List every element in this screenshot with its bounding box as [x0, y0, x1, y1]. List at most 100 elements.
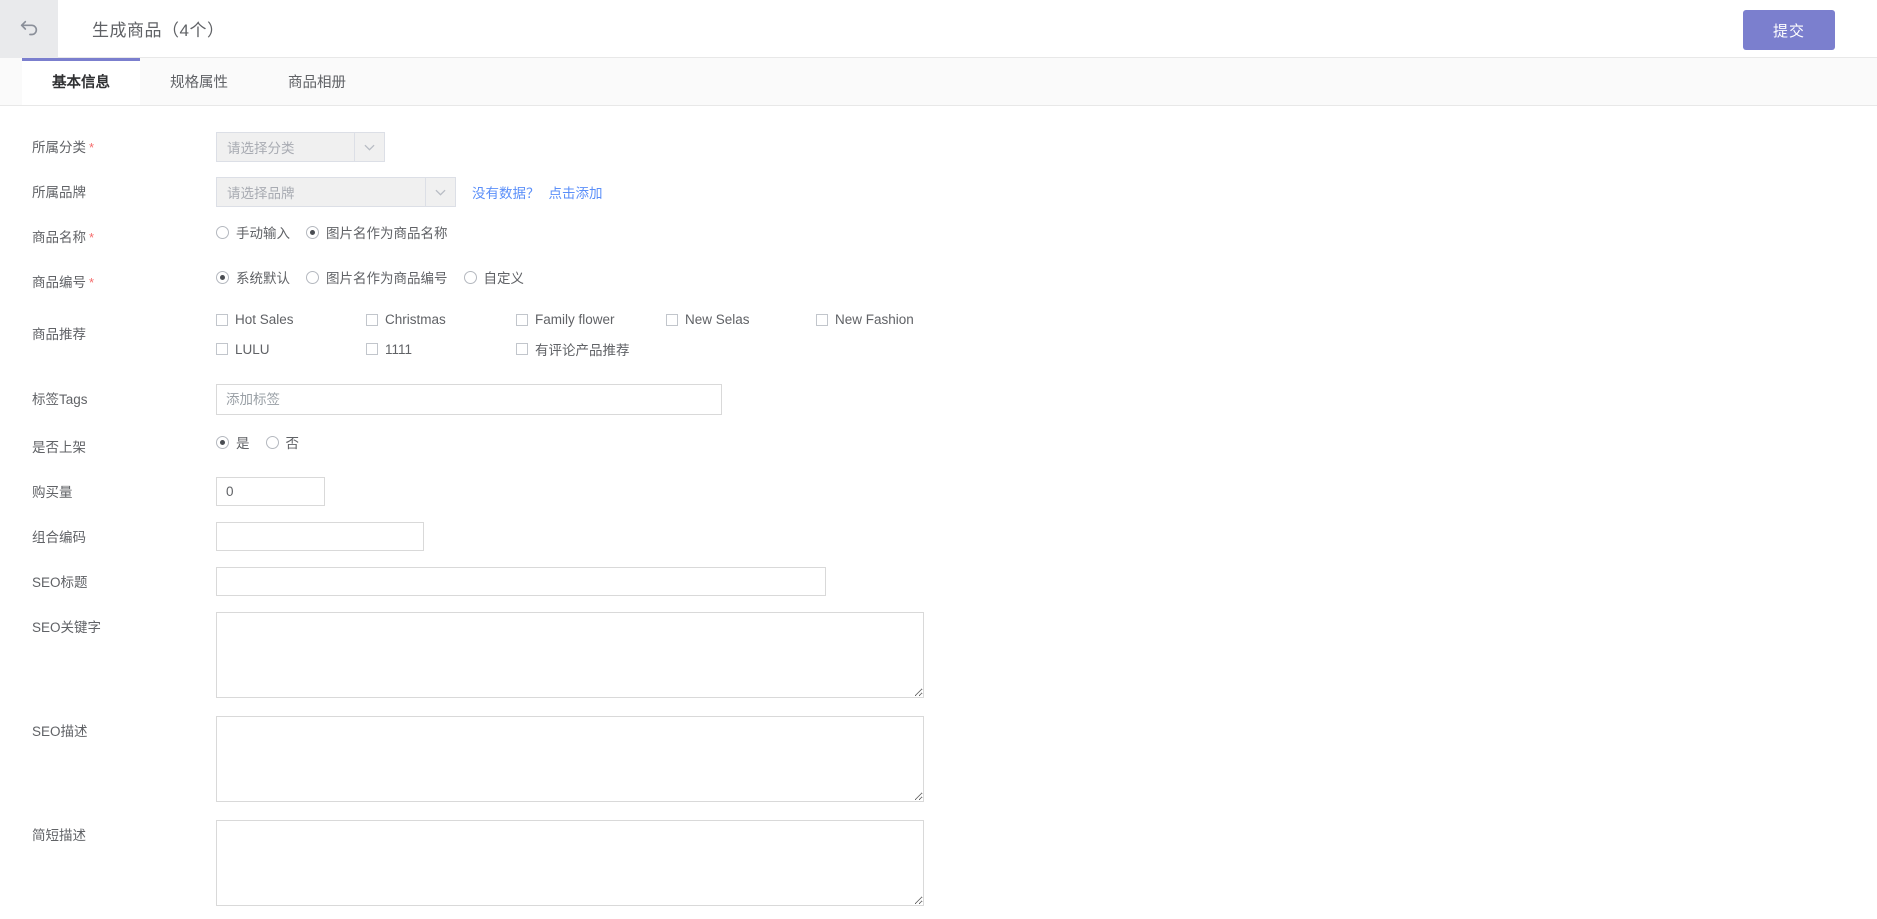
undo-arrow-icon	[18, 18, 40, 40]
label-on-shelf: 是否上架	[32, 440, 86, 455]
field-row-on-shelf: 是否上架 是 否	[0, 432, 1877, 464]
submit-button[interactable]: 提交	[1743, 10, 1835, 50]
back-button[interactable]	[0, 0, 58, 58]
no-data-text: 没有数据？	[472, 186, 540, 201]
label-seo-keywords: SEO关键字	[32, 620, 102, 635]
tags-input[interactable]	[216, 384, 722, 415]
label-seo-description: SEO描述	[32, 724, 88, 739]
label-tags: 标签Tags	[32, 392, 88, 407]
field-row-short-description: 简短描述	[0, 820, 1877, 906]
checkbox-lulu[interactable]: LULU	[216, 339, 366, 359]
field-row-seo-description: SEO描述	[0, 716, 1877, 802]
seo-keywords-textarea[interactable]	[216, 612, 924, 698]
category-select[interactable]: 请选择分类	[216, 132, 385, 162]
radio-indicator	[306, 270, 319, 284]
field-row-combo-code: 组合编码	[0, 522, 1877, 554]
purchase-qty-input[interactable]	[216, 477, 325, 506]
field-row-product-name: 商品名称 * 手动输入 图片名作为商品名称	[0, 222, 1877, 254]
tab-bar: 基本信息 规格属性 商品相册	[0, 58, 1877, 106]
field-row-purchase-qty: 购买量	[0, 477, 1877, 509]
radio-label: 图片名作为商品名称	[326, 226, 448, 241]
radio-on-shelf-yes[interactable]: 是	[216, 432, 250, 452]
category-select-value: 请选择分类	[227, 141, 295, 156]
radio-label: 手动输入	[236, 226, 290, 241]
label-product-code: 商品编号 *	[32, 275, 95, 290]
radio-indicator	[306, 225, 319, 239]
radio-label: 是	[236, 436, 250, 451]
radio-indicator	[463, 270, 477, 284]
radio-label: 否	[285, 436, 300, 451]
checkbox-with-reviews[interactable]: 有评论产品推荐	[516, 339, 666, 359]
basic-info-form: 所属分类 * 请选择分类 所属品牌 请选择品牌 没有数据？ 点击添加 商品名称 …	[0, 106, 1877, 919]
checkbox-label: New Selas	[685, 312, 750, 327]
add-brand-link[interactable]: 没有数据？ 点击添加	[472, 182, 603, 202]
radio-on-shelf-no[interactable]: 否	[265, 432, 300, 452]
radio-indicator	[216, 225, 229, 239]
radio-label: 系统默认	[236, 271, 290, 286]
radio-product-code-custom[interactable]: 自定义	[463, 267, 525, 287]
checkbox-indicator	[516, 313, 528, 326]
checkbox-label: 1111	[385, 341, 413, 357]
field-row-seo-keywords: SEO关键字	[0, 612, 1877, 698]
field-row-product-code: 商品编号 * 系统默认 图片名作为商品编号 自定义	[0, 267, 1877, 299]
field-row-recommend: 商品推荐 Hot Sales Christmas Family flower N…	[0, 312, 1877, 371]
click-to-add-text: 点击添加	[548, 186, 603, 201]
label-combo-code: 组合编码	[32, 530, 86, 545]
seo-description-textarea[interactable]	[216, 716, 924, 802]
seo-title-input[interactable]	[216, 567, 826, 596]
required-marker: *	[89, 275, 95, 290]
top-bar: 生成商品（4个） 提交	[0, 0, 1877, 58]
label-seo-title: SEO标题	[32, 575, 88, 590]
checkbox-label: New Fashion	[835, 312, 914, 327]
checkbox-label: LULU	[235, 341, 270, 357]
radio-product-code-system[interactable]: 系统默认	[216, 267, 290, 287]
checkbox-indicator	[366, 343, 378, 355]
short-description-textarea[interactable]	[216, 820, 924, 906]
checkbox-indicator	[366, 313, 378, 326]
field-row-seo-title: SEO标题	[0, 567, 1877, 599]
radio-product-name-from-image[interactable]: 图片名作为商品名称	[306, 222, 448, 242]
radio-indicator	[216, 270, 229, 284]
brand-select-value: 请选择品牌	[227, 186, 295, 201]
checkbox-new-selas[interactable]: New Selas	[666, 312, 816, 327]
radio-label: 图片名作为商品编号	[326, 271, 448, 286]
radio-product-name-manual[interactable]: 手动输入	[216, 222, 290, 242]
radio-label: 自定义	[483, 271, 525, 286]
chevron-down-icon	[354, 133, 384, 161]
checkbox-label: 有评论产品推荐	[535, 343, 630, 358]
required-marker: *	[89, 140, 95, 155]
required-marker: *	[89, 230, 95, 245]
checkbox-indicator	[666, 313, 678, 326]
page-title: 生成商品（4个）	[92, 21, 225, 40]
recommend-checkbox-group: Hot Sales Christmas Family flower New Se…	[216, 312, 976, 371]
checkbox-1111[interactable]: 1111	[366, 339, 516, 359]
radio-indicator	[265, 435, 279, 449]
label-product-name: 商品名称 *	[32, 230, 95, 245]
tab-basic-info[interactable]: 基本信息	[22, 58, 140, 105]
combo-code-input[interactable]	[216, 522, 424, 551]
checkbox-label: Christmas	[385, 312, 446, 327]
checkbox-indicator	[216, 313, 228, 326]
radio-indicator	[216, 435, 229, 449]
chevron-down-icon	[425, 178, 455, 206]
checkbox-label: Family flower	[535, 312, 615, 327]
checkbox-hot-sales[interactable]: Hot Sales	[216, 312, 366, 327]
tab-product-album[interactable]: 商品相册	[258, 58, 376, 105]
label-recommend: 商品推荐	[32, 327, 86, 342]
label-brand: 所属品牌	[32, 185, 86, 200]
checkbox-family-flower[interactable]: Family flower	[516, 312, 666, 327]
field-row-category: 所属分类 * 请选择分类	[0, 132, 1877, 164]
checkbox-new-fashion[interactable]: New Fashion	[816, 312, 966, 327]
checkbox-christmas[interactable]: Christmas	[366, 312, 516, 327]
field-row-brand: 所属品牌 请选择品牌 没有数据？ 点击添加	[0, 177, 1877, 209]
checkbox-indicator	[816, 313, 828, 326]
tab-spec-attributes[interactable]: 规格属性	[140, 58, 258, 105]
field-row-tags: 标签Tags	[0, 384, 1877, 416]
brand-select[interactable]: 请选择品牌	[216, 177, 456, 207]
checkbox-indicator	[516, 343, 528, 355]
checkbox-indicator	[216, 343, 228, 355]
radio-product-code-from-image[interactable]: 图片名作为商品编号	[306, 267, 448, 287]
checkbox-label: Hot Sales	[235, 312, 294, 327]
label-short-description: 简短描述	[32, 828, 86, 843]
label-category: 所属分类 *	[32, 140, 95, 155]
